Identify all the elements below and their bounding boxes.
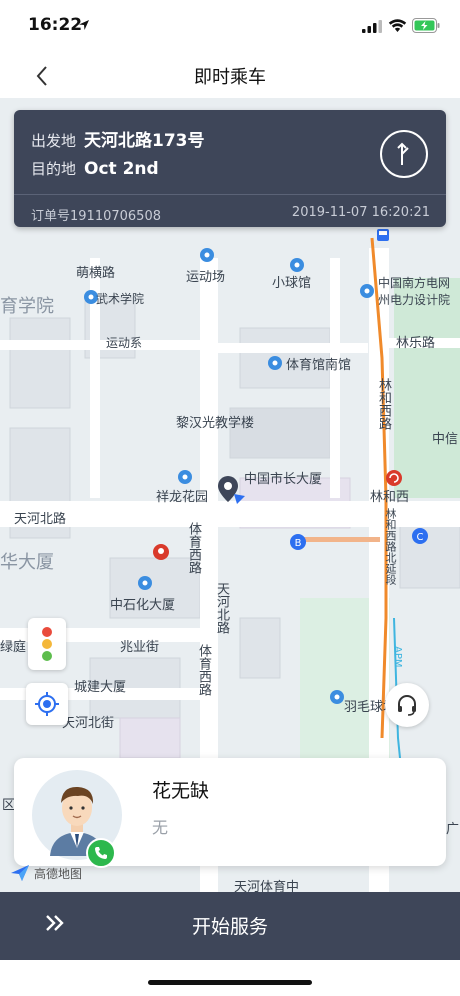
poi-marker-icon: [268, 356, 282, 370]
navigation-button[interactable]: [380, 130, 428, 178]
destination-label: 目的地: [31, 160, 77, 178]
poi-marker-icon: [360, 284, 374, 298]
order-info-card: 出发地 天河北路173号 目的地 Oct 2nd 订单号19110706508 …: [14, 110, 446, 227]
wifi-icon: [388, 19, 407, 32]
call-button[interactable]: [86, 838, 116, 868]
metro-c-icon: C: [412, 528, 428, 544]
no-uturn-icon: [386, 470, 402, 486]
poi-marker-icon: [290, 258, 304, 272]
map-label: 体育西路: [186, 522, 201, 574]
order-number: 订单号19110706508: [31, 209, 161, 224]
driver-subtitle: 无: [152, 818, 169, 837]
map-label: 萌横路: [76, 266, 116, 281]
map-label: 天河北街: [62, 716, 115, 731]
location-arrow-icon: [79, 20, 89, 30]
map-label: 黎汉光教学楼: [176, 416, 255, 431]
map-label: 运动场: [186, 270, 226, 285]
phone-icon: [95, 847, 107, 859]
map-label: 城建大厦: [74, 680, 127, 695]
map-label: 广: [446, 822, 460, 837]
map-label: 运动系: [106, 336, 143, 350]
driver-card: 花无缺 无: [14, 758, 446, 868]
traffic-toggle-button[interactable]: [28, 618, 66, 670]
map-label: 中国市长大厦: [244, 472, 323, 487]
bus-icon: [377, 229, 389, 241]
home-indicator: [148, 980, 312, 985]
departure-row: 出发地 天河北路173号: [31, 126, 205, 151]
poi-marker-icon: [138, 576, 152, 590]
battery-icon: [412, 18, 440, 33]
map-label: 中信: [432, 432, 459, 447]
nav-bar: 即时乘车: [0, 54, 460, 98]
order-datetime: 2019-11-07 16:20:21: [291, 205, 430, 220]
map-label: 天河北路: [14, 512, 67, 527]
poi-marker-icon: [200, 248, 214, 262]
map-label: 兆业街: [120, 640, 160, 655]
map-label: 体育馆南馆: [286, 358, 352, 373]
start-service-label: 开始服务: [191, 916, 268, 938]
crosshair-icon: [35, 692, 59, 716]
map-label: 中石化大厦: [110, 598, 176, 613]
destination-row: 目的地 Oct 2nd: [31, 158, 159, 179]
map-label: 体育西路: [196, 644, 211, 696]
departure-value: 天河北路173号: [84, 131, 205, 151]
map-label: 小球馆: [272, 276, 312, 291]
destination-value: Oct 2nd: [84, 159, 159, 179]
map-label: 育学院: [0, 296, 54, 317]
map-label: 天河体育中: [234, 880, 300, 892]
departure-label: 出发地: [31, 132, 77, 150]
customer-service-button[interactable]: [385, 683, 429, 727]
map-logo-text: 高德地图: [34, 866, 83, 881]
map-label: 林和西: [370, 490, 410, 505]
map-label: 绿庭: [0, 640, 27, 655]
amap-logo-icon: [11, 865, 29, 881]
location-pin-icon: [218, 476, 245, 504]
map-label: APM: [392, 646, 403, 668]
map-label: 林乐路: [396, 336, 436, 351]
map-label: 天河北路: [214, 582, 229, 634]
map-label: 武术学院: [96, 292, 145, 306]
map-label: 祥龙花园: [156, 490, 209, 505]
start-service-button[interactable]: 开始服务: [0, 892, 460, 960]
svg-text:B: B: [295, 538, 302, 549]
map-logo: 高德地图: [10, 864, 82, 882]
signal-icon: [362, 20, 382, 33]
svg-text:C: C: [417, 532, 424, 543]
metro-b-icon: B: [290, 534, 306, 550]
traffic-light-icon: [42, 627, 52, 661]
map-label: 中国南方电网: [378, 276, 451, 290]
status-bar: 16:22: [0, 0, 460, 54]
driver-name: 花无缺: [152, 780, 210, 802]
headset-icon: [398, 695, 416, 716]
map-label: 华大厦: [0, 552, 54, 573]
card-divider: [14, 194, 446, 195]
map-label: 林和西路: [376, 378, 391, 430]
page-title: 即时乘车: [194, 67, 266, 88]
map-label: 州电力设计院: [378, 293, 451, 307]
locate-button[interactable]: [26, 683, 68, 725]
status-time: 16:22: [28, 15, 83, 35]
route-fork-icon: [397, 142, 409, 165]
map-label: 林和西路北延段: [384, 508, 397, 585]
poi-marker-icon: [178, 470, 192, 484]
kfc-icon: [153, 544, 169, 560]
